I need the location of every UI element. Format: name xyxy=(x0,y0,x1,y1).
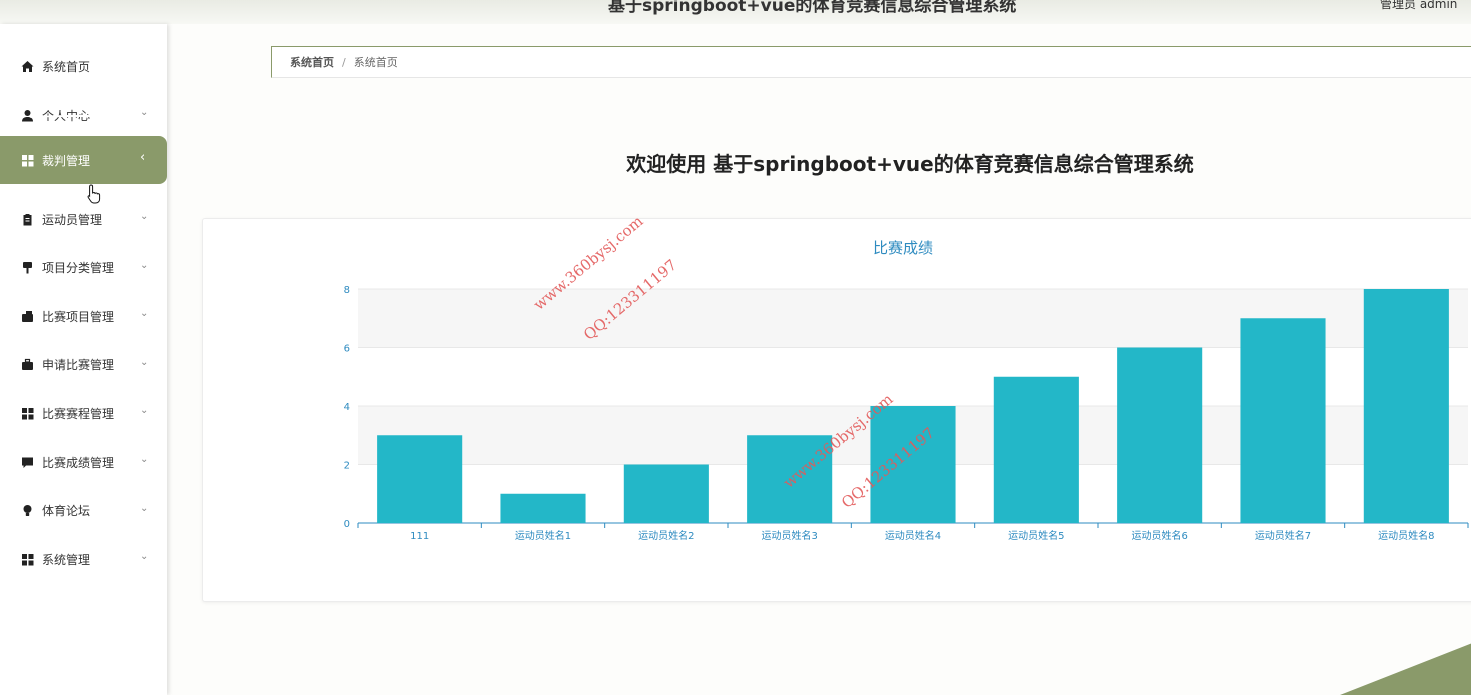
bar-7 xyxy=(1117,347,1203,523)
sidebar: 系统首页 个人中心 ⌄ 裁判管理 ‹ 运动员管理 ⌄ 项目分类管理 ⌄ 比赛项目管理 ⌄ 申请比赛管理… xyxy=(0,24,167,695)
breadcrumb-home[interactable]: 系统首页 xyxy=(290,54,334,70)
chevron-down-icon[interactable]: ⌄ xyxy=(140,405,148,416)
y-tick-label: 8 xyxy=(344,285,350,296)
sidebar-item-11[interactable]: 系统管理 ⌄ xyxy=(0,539,167,579)
chevron-down-icon[interactable]: ⌄ xyxy=(140,107,148,118)
welcome-heading: 欢迎使用 基于springboot+vue的体育竞赛信息综合管理系统 xyxy=(626,152,1194,176)
sidebar-item-label: 项目分类管理 xyxy=(42,261,115,276)
hand-cursor-icon xyxy=(87,184,101,204)
clipboard-icon xyxy=(20,212,34,226)
bulb-icon xyxy=(20,504,34,518)
y-tick-label: 6 xyxy=(344,344,350,355)
sidebar-item-label: 比赛项目管理 xyxy=(42,309,115,324)
y-tick-label: 2 xyxy=(344,461,350,472)
y-tick-label: 4 xyxy=(344,402,350,413)
x-tick-label: 运动员姓名6 xyxy=(1131,529,1187,542)
sidebar-item-7[interactable]: 申请比赛管理 ⌄ xyxy=(0,345,167,385)
sidebar-item-label: 运动员管理 xyxy=(42,212,103,227)
brush-icon xyxy=(20,261,34,275)
sidebar-item-label: 体育论坛 xyxy=(42,504,91,519)
x-tick-label: 运动员姓名1 xyxy=(515,529,571,542)
sidebar-item-label: 比赛赛程管理 xyxy=(42,406,115,421)
x-tick-label: 111 xyxy=(410,531,429,542)
chevron-down-icon[interactable]: ⌄ xyxy=(140,357,148,368)
home-icon xyxy=(20,59,34,73)
x-tick-label: 运动员姓名2 xyxy=(638,529,694,542)
x-tick-label: 运动员姓名4 xyxy=(885,529,941,542)
sidebar-item-6[interactable]: 比赛项目管理 ⌄ xyxy=(0,296,167,336)
y-tick-label: 0 xyxy=(344,519,350,530)
chevron-down-icon[interactable]: ⌄ xyxy=(140,260,148,271)
x-tick-label: 运动员姓名3 xyxy=(761,529,817,542)
x-tick-label: 运动员姓名5 xyxy=(1008,529,1064,542)
sidebar-item-5[interactable]: 项目分类管理 ⌄ xyxy=(0,248,167,288)
chart-title: 比赛成绩 xyxy=(873,239,933,257)
chevron-down-icon[interactable]: ⌄ xyxy=(140,211,148,222)
score-bar-chart: 比赛成绩 0 2 4 6 8 111 运动员姓名1 运动员姓名2 运动员姓名3 运动员姓名4 运动员姓… xyxy=(344,239,1469,542)
grid-icon xyxy=(20,552,34,566)
sidebar-item-4[interactable]: 运动员管理 ⌄ xyxy=(0,199,167,239)
app-title: 基于springboot+vue的体育竞赛信息综合管理系统 xyxy=(608,0,1017,16)
x-tick-label: 运动员姓名7 xyxy=(1255,529,1311,542)
chevron-down-icon[interactable]: ⌄ xyxy=(140,454,148,465)
x-tick-label: 运动员姓名8 xyxy=(1378,529,1434,542)
sidebar-item-1[interactable]: 系统首页 xyxy=(0,46,167,86)
wallet-icon xyxy=(20,309,34,323)
sidebar-item-label: 申请比赛管理 xyxy=(42,358,115,373)
bar-9 xyxy=(1363,289,1449,523)
sidebar-item-8[interactable]: 比赛赛程管理 ⌄ xyxy=(0,393,167,433)
chevron-down-icon[interactable]: ⌄ xyxy=(140,308,148,319)
sidebar-item-label: 系统首页 xyxy=(42,59,91,74)
sidebar-item-label: 比赛成绩管理 xyxy=(42,455,115,470)
chart-card: 比赛成绩 0 2 4 6 8 111 运动员姓名1 运动员姓名2 运动员姓名3 运动员姓名4 运动员姓… xyxy=(202,218,1471,602)
sidebar-item-10[interactable]: 体育论坛 ⌄ xyxy=(0,491,167,531)
bar-2 xyxy=(500,493,586,523)
breadcrumb: 系统首页 / 系统首页 xyxy=(271,46,1471,78)
bar-3 xyxy=(623,464,709,523)
breadcrumb-separator: / xyxy=(342,55,346,69)
sidebar-item-9[interactable]: 比赛成绩管理 ⌄ xyxy=(0,442,167,482)
chevron-down-icon[interactable]: ⌄ xyxy=(140,503,148,514)
user-label[interactable]: 管理员 admin xyxy=(1380,0,1457,12)
sidebar-item-label: 系统管理 xyxy=(42,552,91,567)
active-item-notch xyxy=(30,115,126,121)
top-header: 基于springboot+vue的体育竞赛信息综合管理系统 管理员 admin xyxy=(0,0,1471,24)
bar-6 xyxy=(993,376,1079,523)
corner-decoration xyxy=(1340,643,1471,695)
grid-icon xyxy=(20,406,34,420)
breadcrumb-current: 系统首页 xyxy=(353,56,398,69)
message-icon xyxy=(20,455,34,469)
bar-1 xyxy=(377,435,463,523)
briefcase-icon xyxy=(20,358,34,372)
bar-8 xyxy=(1240,318,1326,523)
chevron-down-icon[interactable]: ⌄ xyxy=(140,551,148,562)
